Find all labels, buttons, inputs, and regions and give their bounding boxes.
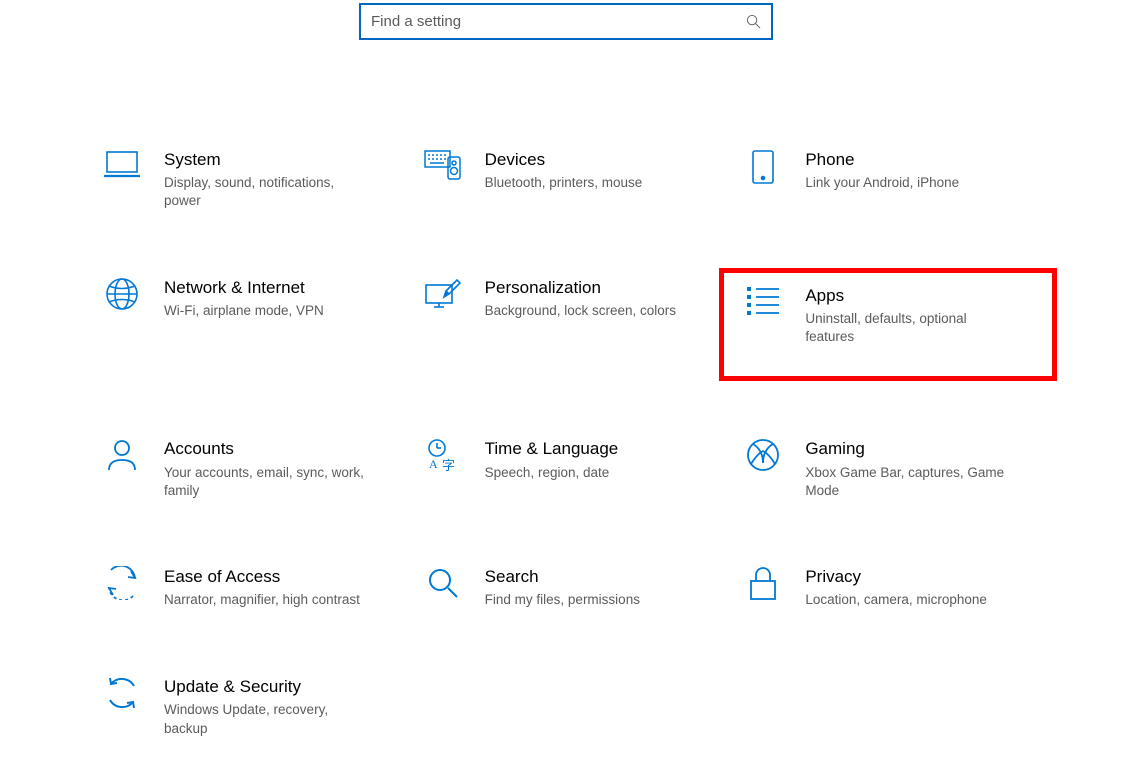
- tile-title: Apps: [805, 285, 1040, 306]
- tile-title: Gaming: [805, 438, 1048, 459]
- svg-text:A: A: [429, 457, 438, 471]
- tile-system[interactable]: System Display, sound, notifications, po…: [100, 145, 411, 215]
- tile-desc: Xbox Game Bar, captures, Game Mode: [805, 464, 1015, 500]
- tile-apps[interactable]: Apps Uninstall, defaults, optional featu…: [719, 268, 1057, 382]
- tile-title: Personalization: [485, 277, 728, 298]
- tile-title: System: [164, 149, 407, 170]
- svg-text:字: 字: [442, 458, 455, 472]
- tile-title: Update & Security: [164, 676, 407, 697]
- tile-title: Accounts: [164, 438, 407, 459]
- tile-desc: Windows Update, recovery, backup: [164, 701, 374, 737]
- clock-language-icon: A 字: [421, 438, 465, 482]
- phone-icon: [741, 149, 785, 193]
- tile-title: Phone: [805, 149, 1048, 170]
- tile-desc: Bluetooth, printers, mouse: [485, 174, 695, 192]
- tile-time-language[interactable]: A 字 Time & Language Speech, region, date: [421, 434, 732, 504]
- tile-network[interactable]: Network & Internet Wi-Fi, airplane mode,…: [100, 273, 411, 377]
- tile-update-security[interactable]: Update & Security Windows Update, recove…: [100, 672, 411, 742]
- ease-of-access-icon: [100, 566, 144, 610]
- keyboard-speaker-icon: [421, 149, 465, 193]
- tile-gaming[interactable]: Gaming Xbox Game Bar, captures, Game Mod…: [741, 434, 1052, 504]
- tile-title: Devices: [485, 149, 728, 170]
- magnifier-icon: [421, 566, 465, 610]
- tile-devices[interactable]: Devices Bluetooth, printers, mouse: [421, 145, 732, 215]
- tile-title: Search: [485, 566, 728, 587]
- search-box[interactable]: [359, 3, 773, 40]
- globe-icon: [100, 277, 144, 321]
- tile-personalization[interactable]: Personalization Background, lock screen,…: [421, 273, 732, 377]
- tile-privacy[interactable]: Privacy Location, camera, microphone: [741, 562, 1052, 614]
- tile-desc: Uninstall, defaults, optional features: [805, 310, 1015, 346]
- tile-title: Privacy: [805, 566, 1048, 587]
- tile-desc: Link your Android, iPhone: [805, 174, 1015, 192]
- lock-icon: [741, 566, 785, 610]
- tile-desc: Location, camera, microphone: [805, 591, 1015, 609]
- tile-desc: Narrator, magnifier, high contrast: [164, 591, 374, 609]
- person-icon: [100, 438, 144, 482]
- settings-grid: System Display, sound, notifications, po…: [0, 40, 1132, 742]
- tile-desc: Background, lock screen, colors: [485, 302, 695, 320]
- search-icon: [746, 14, 761, 29]
- search-input[interactable]: [371, 13, 746, 30]
- tile-phone[interactable]: Phone Link your Android, iPhone: [741, 145, 1052, 215]
- tile-title: Ease of Access: [164, 566, 407, 587]
- tile-desc: Find my files, permissions: [485, 591, 695, 609]
- tile-accounts[interactable]: Accounts Your accounts, email, sync, wor…: [100, 434, 411, 504]
- tile-desc: Your accounts, email, sync, work, family: [164, 464, 374, 500]
- tile-title: Time & Language: [485, 438, 728, 459]
- tile-ease-of-access[interactable]: Ease of Access Narrator, magnifier, high…: [100, 562, 411, 614]
- tile-search[interactable]: Search Find my files, permissions: [421, 562, 732, 614]
- laptop-icon: [100, 149, 144, 193]
- tile-desc: Speech, region, date: [485, 464, 695, 482]
- desktop-brush-icon: [421, 277, 465, 321]
- tile-desc: Wi-Fi, airplane mode, VPN: [164, 302, 374, 320]
- xbox-icon: [741, 438, 785, 482]
- apps-list-icon: [741, 285, 785, 329]
- tile-desc: Display, sound, notifications, power: [164, 174, 374, 210]
- sync-arrows-icon: [100, 676, 144, 720]
- tile-title: Network & Internet: [164, 277, 407, 298]
